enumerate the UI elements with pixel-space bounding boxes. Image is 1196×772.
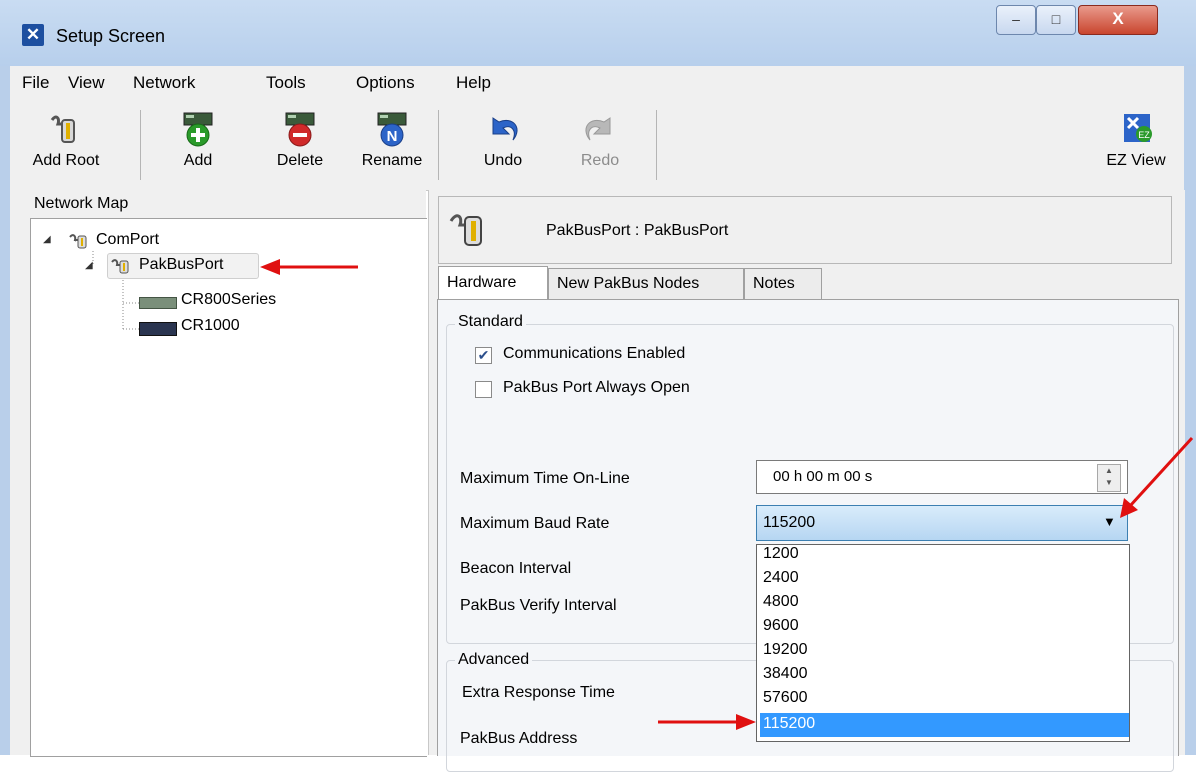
arrow-to-baud-dropdown [1120,436,1194,518]
setup-screen-window: ✕ Setup Screen – □ X File View Network T… [0,0,1196,772]
arrow-to-pakbusport [260,259,358,275]
arrow-to-115200-option [658,714,756,730]
annotation-arrows [260,259,1194,730]
